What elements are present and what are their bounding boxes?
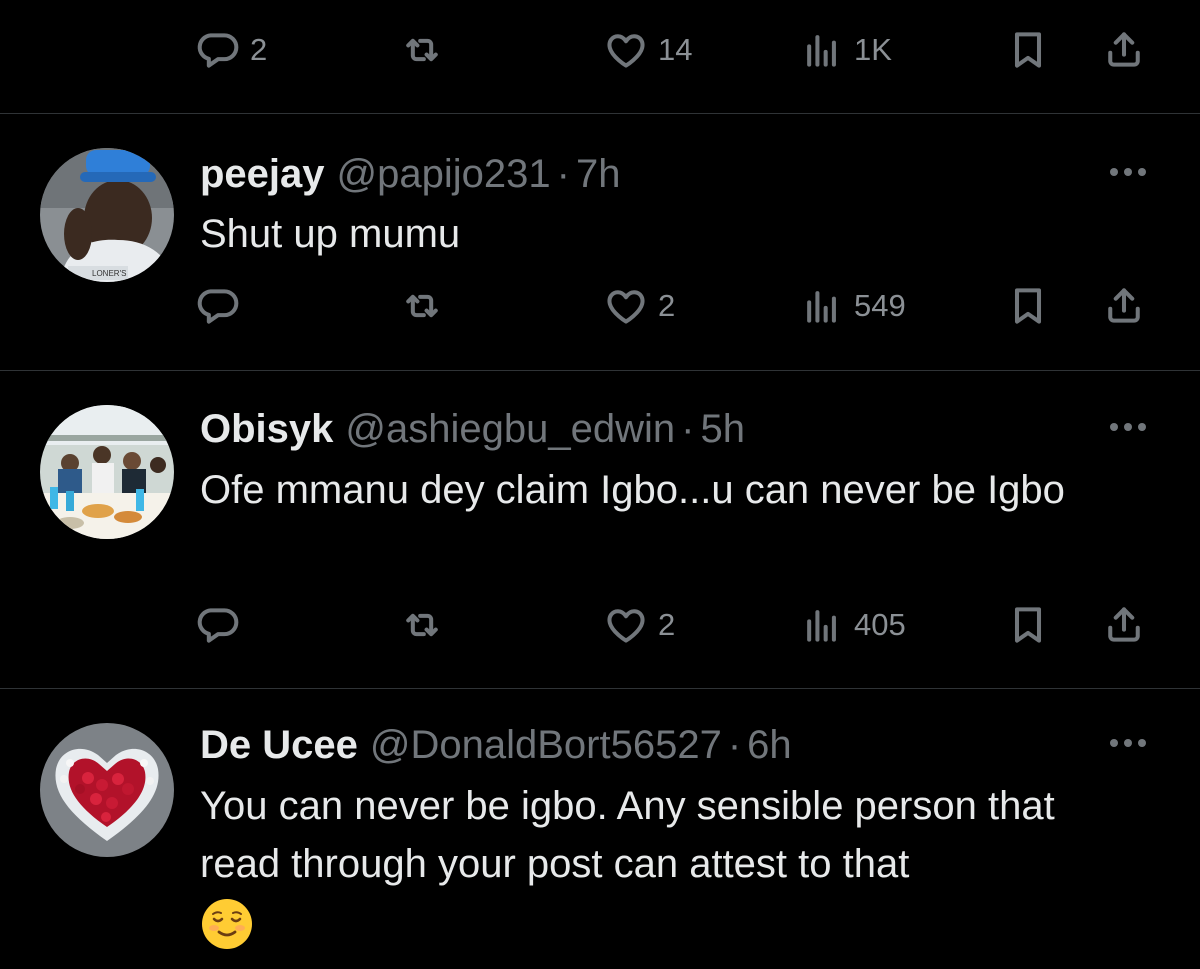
retweet-button[interactable] [400, 595, 444, 655]
views-count: 549 [854, 288, 906, 323]
reply-button[interactable]: 2 [196, 20, 267, 80]
share-button[interactable] [1102, 595, 1146, 655]
separator-dot: · [556, 152, 570, 196]
reply-icon [196, 284, 240, 328]
share-icon [1102, 284, 1146, 328]
display-name[interactable]: Obisyk [200, 405, 333, 453]
tweet-header: Obisyk @ashiegbu_edwin · 5h [200, 405, 745, 453]
like-button[interactable]: 2 [604, 595, 675, 655]
like-icon [604, 284, 648, 328]
reply-icon [196, 603, 240, 647]
top-action-bar: 2 14 1K [0, 20, 1200, 80]
retweet-button[interactable] [400, 20, 444, 80]
like-count: 2 [658, 607, 676, 642]
avatar[interactable] [40, 405, 174, 539]
display-name[interactable]: peejay [200, 150, 325, 198]
like-button[interactable]: 2 [604, 276, 675, 336]
retweet-icon [400, 603, 444, 647]
more-icon [1110, 168, 1118, 176]
tweet-action-bar: 2 549 [0, 276, 1200, 336]
more-icon [1110, 739, 1118, 747]
reply-count: 2 [250, 32, 268, 67]
avatar-image [40, 405, 174, 539]
bookmark-button[interactable] [1006, 276, 1050, 336]
like-button[interactable]: 14 [604, 20, 692, 80]
user-handle[interactable]: @ashiegbu_edwin [345, 405, 675, 453]
more-icon-dot [1138, 739, 1146, 747]
share-icon [1102, 603, 1146, 647]
views-icon [800, 28, 844, 72]
user-handle[interactable]: @papijo231 [337, 150, 551, 198]
bookmark-button[interactable] [1006, 595, 1050, 655]
like-icon [604, 603, 648, 647]
reply-button[interactable] [196, 276, 240, 336]
tweet[interactable]: De Ucee @DonaldBort56527 · 6h You can ne… [0, 689, 1200, 969]
tweet-action-bar: 2 405 [0, 595, 1200, 655]
more-icon-dot [1124, 168, 1132, 176]
like-count: 2 [658, 288, 676, 323]
avatar[interactable]: LONER'S [40, 148, 174, 282]
more-button[interactable] [1104, 162, 1152, 182]
tweet-text: Ofe mmanu dey claim Igbo...u can never b… [200, 468, 1065, 512]
tweet-text: Shut up mumu [200, 212, 461, 256]
bookmark-icon [1006, 28, 1050, 72]
tweet-text-container: You can never be igbo. Any sensible pers… [200, 777, 1140, 967]
relieved-face-emoji [202, 899, 252, 949]
timestamp[interactable]: 5h [700, 405, 745, 453]
tweet[interactable]: LONER'S peejay @papijo231 · 7h Shut up m… [0, 114, 1200, 370]
bookmark-icon [1006, 284, 1050, 328]
retweet-button[interactable] [400, 276, 444, 336]
views-count: 1K [854, 32, 892, 67]
user-handle[interactable]: @DonaldBort56527 [370, 721, 722, 769]
tweet-header: De Ucee @DonaldBort56527 · 6h [200, 721, 792, 769]
display-name[interactable]: De Ucee [200, 721, 358, 769]
share-button[interactable] [1102, 276, 1146, 336]
separator-dot: · [727, 723, 742, 767]
share-button[interactable] [1102, 20, 1146, 80]
timestamp[interactable]: 7h [576, 150, 621, 198]
share-icon [1102, 28, 1146, 72]
tweet[interactable]: Obisyk @ashiegbu_edwin · 5h Ofe mmanu de… [0, 371, 1200, 687]
views-button[interactable]: 1K [800, 20, 892, 80]
retweet-icon [400, 284, 444, 328]
views-count: 405 [854, 607, 906, 642]
more-icon-dot [1138, 168, 1146, 176]
retweet-icon [400, 28, 444, 72]
more-icon-dot [1138, 423, 1146, 431]
more-button[interactable] [1104, 733, 1152, 753]
avatar-image: LONER'S [40, 148, 174, 282]
bookmark-icon [1006, 603, 1050, 647]
views-button[interactable]: 549 [800, 276, 906, 336]
more-icon-dot [1124, 423, 1132, 431]
views-button[interactable]: 405 [800, 595, 906, 655]
like-icon [604, 28, 648, 72]
more-button[interactable] [1104, 417, 1152, 437]
tweet-text: You can never be igbo. Any sensible pers… [200, 784, 1055, 886]
tweet-header: peejay @papijo231 · 7h [200, 150, 620, 198]
timestamp[interactable]: 6h [747, 721, 792, 769]
bookmark-button[interactable] [1006, 20, 1050, 80]
avatar[interactable] [40, 723, 174, 857]
separator-dot: · [681, 407, 695, 451]
reply-icon [196, 28, 240, 72]
more-icon-dot [1124, 739, 1132, 747]
more-icon [1110, 423, 1118, 431]
views-icon [800, 603, 844, 647]
views-icon [800, 284, 844, 328]
reply-button[interactable] [196, 595, 240, 655]
avatar-image [40, 723, 174, 857]
like-count: 14 [658, 32, 693, 67]
